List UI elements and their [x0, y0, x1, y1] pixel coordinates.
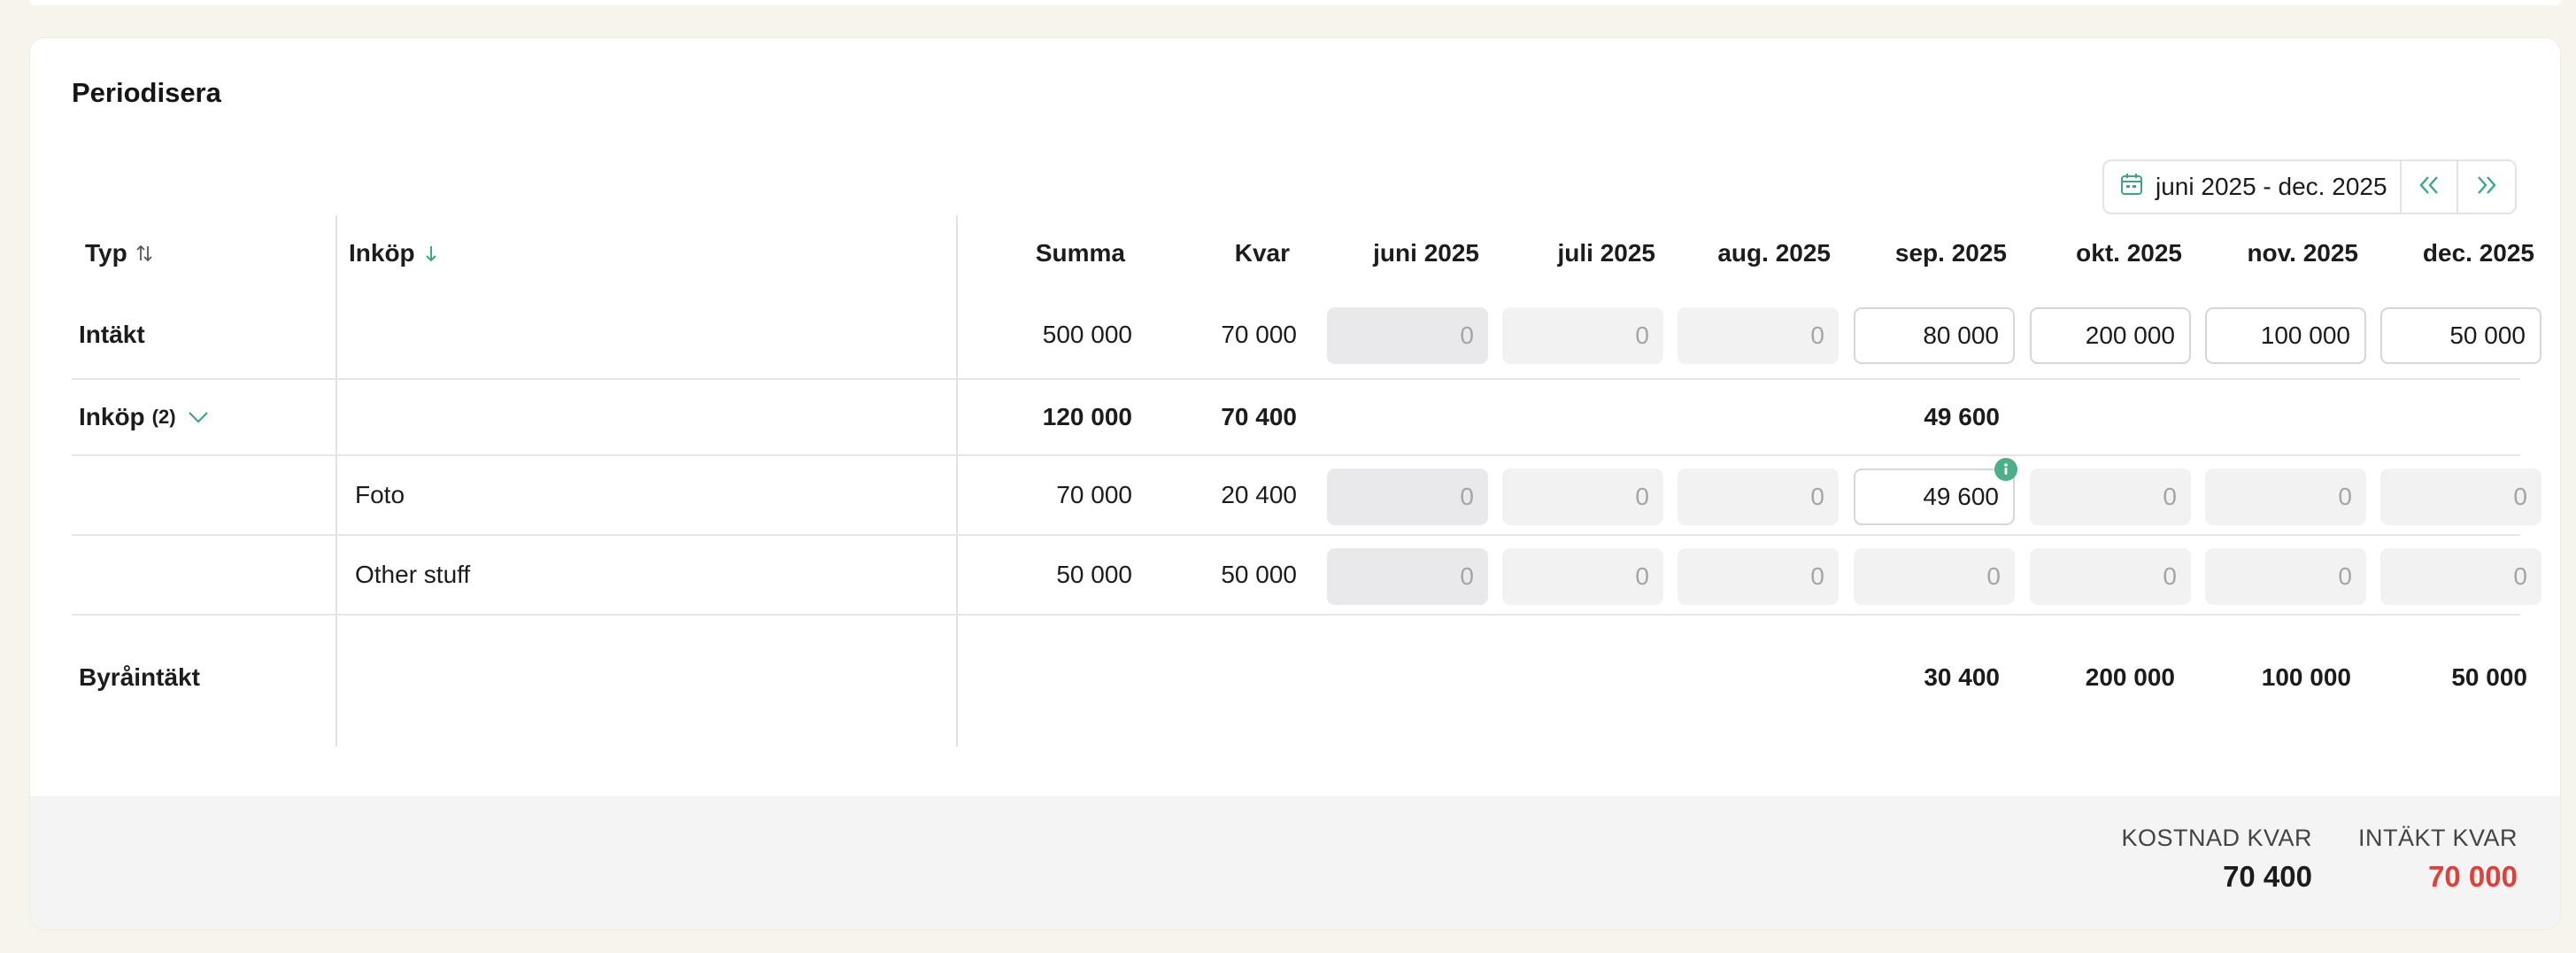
header-month: okt. 2025 [2076, 239, 2182, 267]
double-chevron-right-icon [2475, 175, 2498, 199]
month-input[interactable]: 49 600 [1854, 469, 2015, 525]
intakt-kvar-value: 70 000 [2428, 860, 2518, 893]
table-row-byraintakt: Byråintäkt 30 400 200 000 100 000 50 000 [72, 616, 2527, 747]
month-input: 0 [1502, 307, 1663, 364]
month-input[interactable]: 100 000 [2205, 307, 2366, 364]
month-input: 0 [1327, 307, 1488, 364]
month-input: 0 [1327, 548, 1488, 605]
previous-card-edge [29, 0, 2561, 5]
month-input: 0 [1677, 307, 1839, 364]
summa-value: 500 000 [1042, 321, 1132, 348]
header-month: aug. 2025 [1717, 239, 1831, 267]
chevron-down-icon[interactable] [187, 409, 210, 425]
intakt-kvar-label: INTÄKT KVAR [2357, 825, 2518, 851]
header-kvar: Kvar [1234, 239, 1290, 267]
summa-value: 70 000 [1056, 481, 1132, 508]
kvar-value: 50 000 [1221, 561, 1297, 588]
double-chevron-left-icon [2418, 175, 2441, 199]
header-month: nov. 2025 [2247, 239, 2358, 267]
row-label: Intäkt [79, 321, 145, 348]
header-month: dec. 2025 [2422, 239, 2534, 267]
sep-value: 30 400 [1924, 663, 2000, 691]
table-row-inkop-group[interactable]: Inköp (2) 120 000 70 400 49 600 [72, 380, 2520, 456]
group-count: (2) [151, 406, 176, 428]
month-input[interactable]: 0 [2205, 469, 2366, 525]
okt-value: 200 000 [2085, 663, 2175, 691]
month-input[interactable]: 50 000 [2380, 307, 2541, 364]
table-row-intakt: Intäkt 500 000 70 000 0 0 0 80 000 200 0… [72, 291, 2541, 380]
summary-footer: KOSTNAD KVAR 70 400 INTÄKT KVAR 70 000 [30, 796, 2560, 929]
dec-value: 50 000 [2451, 663, 2527, 691]
row-label: Inköp (2) [79, 380, 210, 454]
month-input: 0 [1677, 469, 1839, 525]
month-input[interactable]: 0 [2030, 469, 2191, 525]
month-input: 0 [1502, 469, 1663, 525]
month-input[interactable]: 0 [2030, 548, 2191, 605]
header-month: juli 2025 [1557, 239, 1655, 267]
row-label: Other stuff [355, 561, 471, 588]
date-range-picker[interactable]: juni 2025 - dec. 2025 [2104, 161, 2402, 213]
kvar-value: 70 000 [1221, 321, 1297, 348]
row-label: Foto [355, 481, 405, 508]
kvar-value: 70 400 [1221, 403, 1297, 430]
sort-updown-icon [135, 244, 154, 263]
header-typ[interactable]: Typ [85, 215, 154, 291]
periodisera-card: Periodisera juni 2025 - dec. 2025 Typ In… [29, 37, 2561, 930]
table-row-other-stuff: Other stuff 50 000 50 000 0 0 0 0 0 0 0 [72, 536, 2541, 616]
summa-value: 50 000 [1056, 561, 1132, 588]
date-range-control: juni 2025 - dec. 2025 [2102, 159, 2517, 214]
header-summa: Summa [1035, 239, 1125, 267]
month-input[interactable]: 0 [1854, 548, 2015, 605]
table-header-row: Typ Inköp Summa Kvar juni 2025 juli 2025… [72, 215, 2534, 291]
month-input: 0 [1502, 548, 1663, 605]
header-month: sep. 2025 [1894, 239, 2007, 267]
month-input[interactable]: 80 000 [1854, 307, 2015, 364]
sep-total: 49 600 [1924, 403, 2000, 430]
header-inkop[interactable]: Inköp [349, 215, 440, 291]
kvar-value: 20 400 [1221, 481, 1297, 508]
prev-period-button[interactable] [2402, 161, 2458, 213]
month-input[interactable]: 0 [2380, 469, 2541, 525]
month-input[interactable]: 0 [2205, 548, 2366, 605]
month-input[interactable]: 200 000 [2030, 307, 2191, 364]
section-title: Periodisera [72, 77, 221, 108]
date-range-label: juni 2025 - dec. 2025 [2156, 173, 2387, 200]
table-row-foto: Foto 70 000 20 400 0 0 0 49 600 0 0 0 [72, 456, 2541, 536]
row-label: Byråintäkt [79, 663, 200, 691]
month-input[interactable]: 0 [2380, 548, 2541, 605]
summa-value: 120 000 [1042, 403, 1132, 430]
calendar-icon [2120, 173, 2143, 202]
info-icon[interactable] [1994, 458, 2017, 481]
month-input: 0 [1327, 469, 1488, 525]
next-period-button[interactable] [2458, 161, 2515, 213]
kostnad-kvar-value: 70 400 [2223, 860, 2312, 893]
arrow-down-icon [422, 244, 440, 263]
nov-value: 100 000 [2261, 663, 2351, 691]
month-input: 0 [1677, 548, 1839, 605]
kostnad-kvar-label: KOSTNAD KVAR [2121, 825, 2312, 851]
header-month: juni 2025 [1373, 239, 1479, 267]
